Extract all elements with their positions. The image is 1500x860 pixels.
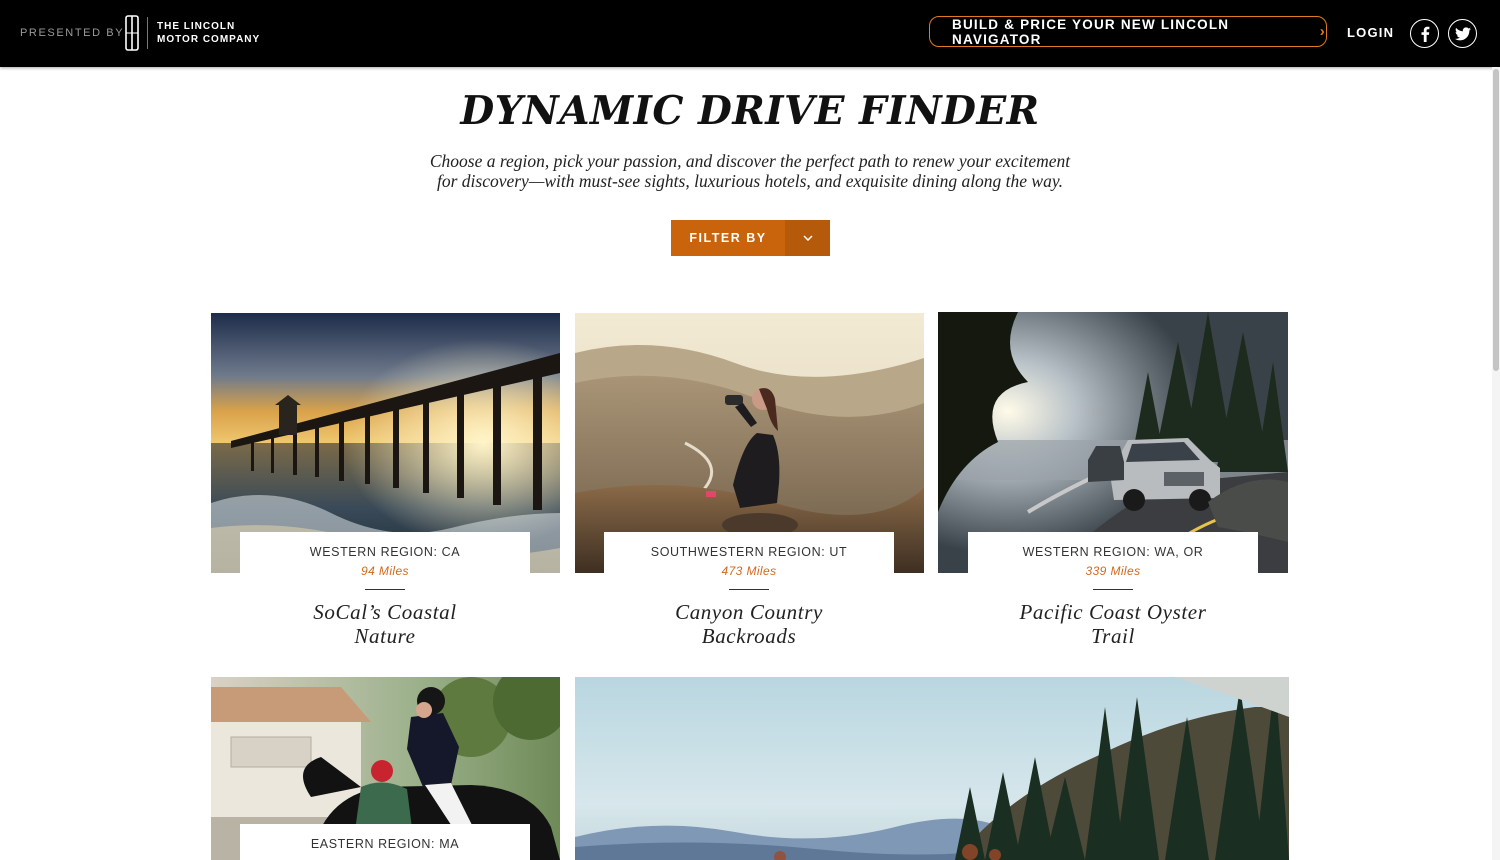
facebook-button[interactable] <box>1410 19 1439 48</box>
divider <box>365 589 405 590</box>
logo-divider <box>147 17 148 49</box>
lincoln-wordmark: THE LINCOLN MOTOR COMPANY <box>157 21 261 45</box>
twitter-button[interactable] <box>1448 19 1477 48</box>
drive-card-canyon[interactable]: SOUTHWESTERN REGION: UT 473 Miles Canyon… <box>575 313 924 653</box>
distance-label: 94 Miles <box>361 564 409 578</box>
filter-by-dropdown[interactable]: FILTER BY <box>671 220 830 256</box>
divider <box>729 589 769 590</box>
distance-label: 339 Miles <box>1085 564 1141 578</box>
intro-text: Choose a region, pick your passion, and … <box>429 151 1071 191</box>
build-and-price-label: BUILD & PRICE YOUR NEW LINCOLN NAVIGATOR <box>952 16 1230 47</box>
drive-title: SoCal’s Coastal Nature <box>313 600 457 648</box>
card-label: WESTERN REGION: CA 94 Miles SoCal’s Coas… <box>240 532 530 652</box>
page-scrollbar[interactable] <box>1492 67 1500 860</box>
card-label: SOUTHWESTERN REGION: UT 473 Miles Canyon… <box>604 532 894 652</box>
drive-title: Pacific Coast Oyster Trail <box>1019 600 1207 648</box>
drive-card-forest-vista[interactable] <box>575 677 1289 860</box>
filter-by-label: FILTER BY <box>689 231 767 245</box>
card-label: WESTERN REGION: WA, OR 339 Miles Pacific… <box>968 532 1258 652</box>
region-label: WESTERN REGION: CA <box>309 545 461 559</box>
presented-by-label: PRESENTED BY <box>20 27 125 39</box>
distance-label: 473 Miles <box>721 564 777 578</box>
chevron-down-icon[interactable] <box>785 220 830 256</box>
region-label: EASTERN REGION: MA <box>310 837 460 851</box>
drive-card-oyster-trail[interactable]: WESTERN REGION: WA, OR 339 Miles Pacific… <box>938 312 1288 653</box>
chevron-right-icon: › <box>1319 23 1326 40</box>
facebook-icon <box>1421 26 1429 42</box>
top-bar: PRESENTED BY THE LINCOLN MOTOR COMPANY B… <box>0 0 1500 67</box>
divider <box>1093 589 1133 590</box>
region-label: SOUTHWESTERN REGION: UT <box>650 545 848 559</box>
drive-card-socal[interactable]: WESTERN REGION: CA 94 Miles SoCal’s Coas… <box>211 313 560 653</box>
card-label: EASTERN REGION: MA <box>240 824 530 860</box>
page-title: DYNAMIC DRIVE FINDER <box>460 88 1040 134</box>
drive-title: Canyon Country Backroads <box>675 600 823 648</box>
lincoln-star-logo-icon <box>125 15 139 51</box>
twitter-icon <box>1454 26 1471 40</box>
drive-card-eastern-ma[interactable]: EASTERN REGION: MA <box>211 677 560 860</box>
region-label: WESTERN REGION: WA, OR <box>1022 545 1204 559</box>
login-link[interactable]: LOGIN <box>1347 25 1394 40</box>
build-and-price-button[interactable]: BUILD & PRICE YOUR NEW LINCOLN NAVIGATOR… <box>929 16 1327 47</box>
forest-mountain-vista-photo <box>575 677 1289 860</box>
